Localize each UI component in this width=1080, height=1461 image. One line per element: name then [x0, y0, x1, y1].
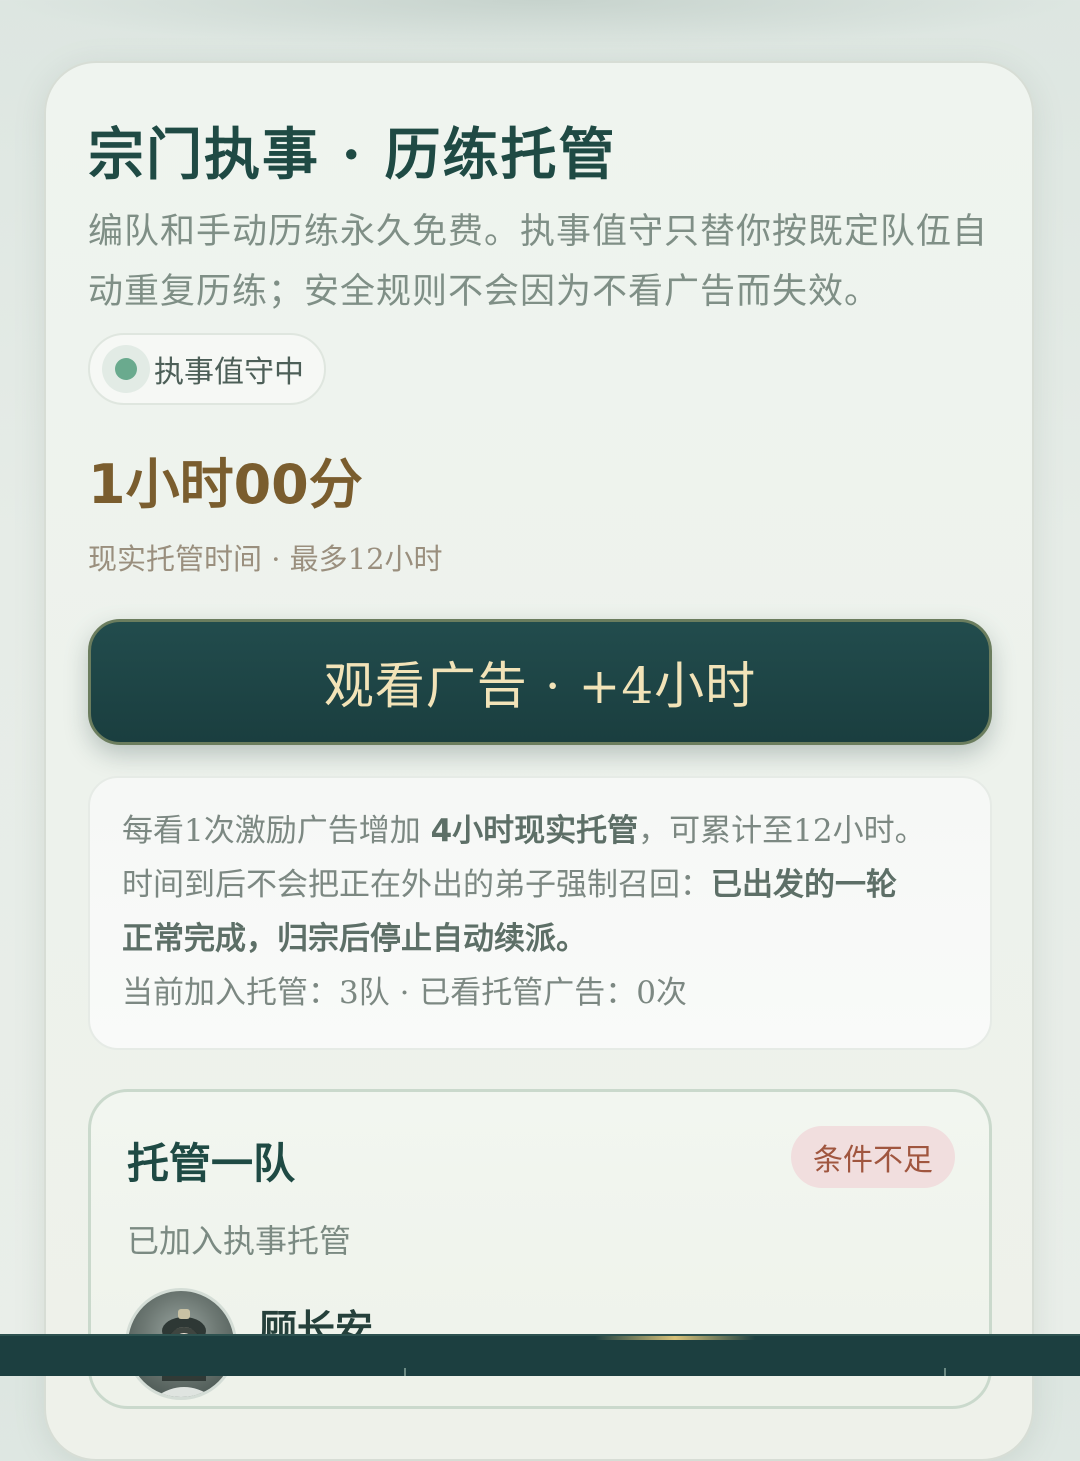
- info-line-1: 每看1次激励广告增加 4小时现实托管，可累计至12小时。: [122, 804, 958, 858]
- top-shadow: [0, 0, 1080, 50]
- remaining-time: 1小时00分: [88, 453, 363, 516]
- active-tab-glow: [595, 1336, 755, 1340]
- status-label: 执事值守中: [154, 355, 304, 390]
- info-line-2: 时间到后不会把正在外出的弟子强制召回：已出发的一轮: [122, 858, 958, 912]
- bottom-nav-bar: [0, 1334, 1080, 1376]
- info-line-1-strong: 4小时现实托管: [430, 813, 639, 849]
- team-name: 托管一队: [127, 1139, 296, 1188]
- watch-ad-button-label: 观看广告 · +4小时: [323, 657, 757, 715]
- info-line-2-prefix: 时间到后不会把正在外出的弟子强制召回：: [122, 867, 711, 903]
- time-caption: 现实托管时间 · 最多12小时: [88, 542, 443, 576]
- nav-tab-mark[interactable]: [944, 1368, 946, 1376]
- info-line-2-strong: 已出发的一轮: [711, 867, 897, 903]
- info-box: 每看1次激励广告增加 4小时现实托管，可累计至12小时。 时间到后不会把正在外出…: [88, 776, 992, 1050]
- info-line-3-strong: 正常完成，归宗后停止自动续派。: [122, 921, 587, 957]
- team-status-badge-label: 条件不足: [813, 1143, 933, 1178]
- status-dot: [115, 358, 137, 380]
- team-status-badge: 条件不足: [791, 1126, 955, 1188]
- team-subtitle: 已加入执事托管: [127, 1222, 352, 1260]
- status-dot-icon: [102, 345, 150, 393]
- info-line-3: 正常完成，归宗后停止自动续派。: [122, 912, 958, 966]
- info-line-1-prefix: 每看1次激励广告增加: [122, 813, 431, 849]
- page-description: 编队和手动历练永久免费。执事值守只替你按既定队伍自动重复历练；安全规则不会因为不…: [88, 212, 989, 312]
- watch-ad-button[interactable]: 观看广告 · +4小时: [88, 619, 992, 745]
- info-line-1-suffix: ，可累计至12小时。: [638, 813, 926, 849]
- info-line-4: 当前加入托管：3队 · 已看托管广告：0次: [122, 975, 688, 1011]
- nav-tab-mark[interactable]: [404, 1368, 406, 1376]
- status-badge: 执事值守中: [88, 333, 326, 405]
- page-title: 宗门执事 · 历练托管: [88, 122, 617, 188]
